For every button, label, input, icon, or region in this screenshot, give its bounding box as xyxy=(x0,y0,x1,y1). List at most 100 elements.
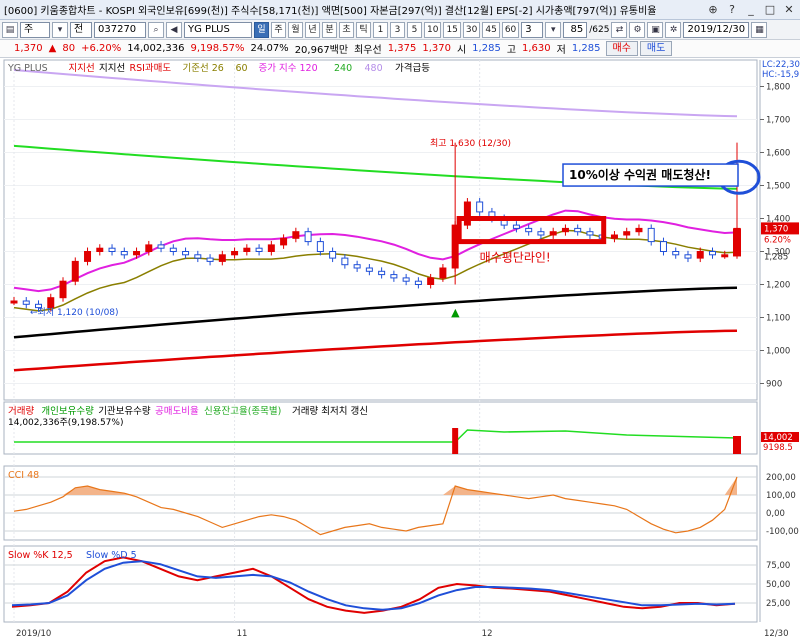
price-tick-label: 1,100 xyxy=(766,314,790,324)
candle-body xyxy=(10,300,18,304)
gear-icon[interactable]: ✲ xyxy=(665,21,682,38)
date-input[interactable]: 2019/12/30 xyxy=(683,21,750,38)
current-price: 1,370 xyxy=(14,43,43,54)
candle-body xyxy=(659,241,667,253)
price-tick-label: 1,800 xyxy=(766,83,790,93)
main-legend-item: 증가 지수 120 xyxy=(259,63,318,74)
candle-body xyxy=(316,241,324,253)
volume-legend-item: 신용잔고율(종목별) xyxy=(204,406,281,417)
period-day[interactable]: 일 xyxy=(254,21,269,38)
toolbar: ▤ 주 ▾ 전 037270 ⌕ ◀ YG PLUS 일 주 월 년 분 초 틱… xyxy=(0,20,800,40)
interval-input[interactable]: 3 xyxy=(521,21,544,38)
interval-5[interactable]: 5 xyxy=(407,21,422,38)
close-icon[interactable]: ✕ xyxy=(781,2,797,18)
period-year[interactable]: 년 xyxy=(305,21,320,38)
chart-area[interactable]: 1,800 1,700 1,600 1,500 1,400 1,300 1,200 1,100… xyxy=(0,58,800,641)
candle-body xyxy=(194,254,202,259)
save-icon[interactable]: ▣ xyxy=(647,21,664,38)
price-tick-label: 1,200 xyxy=(766,281,790,291)
main-legend-item: 기준선 26 xyxy=(183,63,224,74)
main-legend-item: 480 xyxy=(365,63,383,74)
candle-body xyxy=(59,280,67,299)
cci-tick-label: 0,00 xyxy=(766,509,785,519)
maximize-icon[interactable]: □ xyxy=(762,2,778,18)
calendar-icon[interactable]: ▦ xyxy=(751,21,768,38)
period-week[interactable]: 주 xyxy=(271,21,286,38)
interval-10[interactable]: 10 xyxy=(424,21,442,38)
interval-30[interactable]: 30 xyxy=(462,21,481,38)
window-title: [0600] 키움종합차트 - KOSPI 외국인보유[699(천)] 주식수[… xyxy=(4,6,657,17)
candle-body xyxy=(708,251,716,256)
period-tick[interactable]: 틱 xyxy=(356,21,371,38)
layout-icon[interactable]: ▤ xyxy=(2,21,18,38)
volume-ratio: 9,198.57% xyxy=(190,43,245,54)
price-panel xyxy=(3,59,758,401)
buy-button[interactable]: 매수 xyxy=(605,41,638,56)
arrow-icon[interactable]: ⇄ xyxy=(611,21,628,38)
low-price: 1,285 xyxy=(571,43,601,54)
date-label-end: 12/30 xyxy=(764,629,789,639)
candle-body xyxy=(721,254,729,258)
cci-legend: CCI 48 xyxy=(8,470,39,481)
period-second[interactable]: 초 xyxy=(339,21,354,38)
candle-body xyxy=(365,267,373,272)
trade-amount: 20,967백만 xyxy=(294,45,349,56)
candle-body xyxy=(145,244,153,252)
candle-body xyxy=(231,251,239,256)
volume-axis-b: 9198.5 xyxy=(763,443,793,453)
cci-tick-label: 100,00 xyxy=(766,491,796,501)
speaker-icon[interactable]: ◀ xyxy=(166,21,182,38)
sell-button[interactable]: 매도 xyxy=(639,41,673,56)
period-minute[interactable]: 분 xyxy=(322,21,337,38)
link-icon[interactable]: ⊕ xyxy=(705,2,721,18)
slow-tick-label: 25,00 xyxy=(766,599,790,609)
volume-value: 14,002,336 xyxy=(127,43,185,54)
candle-body xyxy=(525,227,533,233)
pref-label: 최우선 xyxy=(354,45,382,56)
period-month[interactable]: 월 xyxy=(288,21,303,38)
buy-signal-arrow: ▲ xyxy=(451,306,460,319)
date-label: 12 xyxy=(482,629,493,639)
interval-1[interactable]: 1 xyxy=(373,21,388,38)
title-bar: [0600] 키움종합차트 - KOSPI 외국인보유[699(천)] 주식수[… xyxy=(0,0,800,20)
candle-body xyxy=(463,201,471,226)
interval-15[interactable]: 15 xyxy=(443,21,461,38)
main-legend-item: 가격급등 xyxy=(395,62,430,74)
count-input[interactable]: 85 xyxy=(563,21,588,38)
slow-k-legend: Slow %K 12,5 xyxy=(8,550,73,561)
search-icon[interactable]: ⌕ xyxy=(148,21,164,38)
chart-svg[interactable]: 1,8001,7001,6001,5001,4001,3001,2001,100… xyxy=(0,58,800,641)
volume-legend-item: 공매도비율 xyxy=(155,406,199,417)
slow-tick-label: 75,00 xyxy=(766,561,790,571)
volume-legend-item: 기관보유수량 xyxy=(98,405,151,417)
quote-bar: 1,370 ▲ 80 +6.20% 14,002,336 9,198.57% 2… xyxy=(0,40,800,58)
last-candle-body xyxy=(733,228,741,257)
candle-body xyxy=(561,227,569,233)
type-select[interactable]: 전 xyxy=(70,21,92,38)
market-select[interactable]: 주 xyxy=(20,21,50,38)
cci-tick-label: -100,00 xyxy=(766,527,799,537)
date-label: 11 xyxy=(237,629,248,639)
interval-45[interactable]: 45 xyxy=(482,21,500,38)
candle-body xyxy=(243,247,251,252)
candle-body xyxy=(512,224,520,229)
stock-code-input[interactable]: 037270 xyxy=(94,21,146,38)
price-tick-label: 1,000 xyxy=(766,347,790,357)
current-rate-label: 6.20% xyxy=(764,235,791,245)
chevron-down-icon[interactable]: ▾ xyxy=(545,21,562,38)
main-legend-item: 지지선 xyxy=(69,63,95,74)
interval-3[interactable]: 3 xyxy=(390,21,405,38)
chevron-down-icon[interactable]: ▾ xyxy=(52,21,68,38)
candle-body xyxy=(182,251,190,256)
candle-body xyxy=(341,257,349,266)
settings-icon[interactable]: ⚙ xyxy=(629,21,646,38)
interval-60[interactable]: 60 xyxy=(501,21,520,38)
main-legend-item: 지지선 xyxy=(99,63,125,74)
candle-body xyxy=(304,231,312,243)
help-icon[interactable]: ? xyxy=(724,2,740,18)
volume-legend-item: 개인보유수량 xyxy=(41,405,94,417)
open-label: 시 xyxy=(456,45,467,56)
cci-tick-label: 200,00 xyxy=(766,473,796,483)
candle-body xyxy=(267,244,275,252)
minimize-icon[interactable]: _ xyxy=(743,2,759,18)
